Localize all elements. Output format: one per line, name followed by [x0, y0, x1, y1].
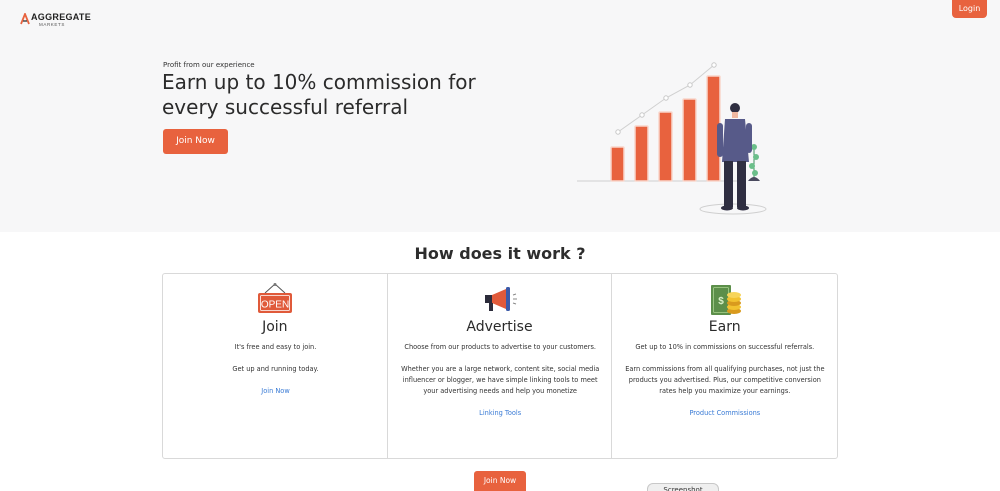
money-coins-icon: $: [710, 285, 741, 315]
trend-point-3: [663, 95, 669, 101]
businessman-figure: [717, 103, 752, 211]
logo-mark-icon: [20, 13, 30, 25]
hero-join-button[interactable]: Join Now: [163, 129, 228, 154]
hero-headline: Earn up to 10% commission for every succ…: [162, 70, 476, 119]
logo-subtext: MARKETS: [39, 22, 65, 27]
login-button[interactable]: Login: [952, 0, 987, 18]
card-title: Join: [262, 319, 288, 335]
logo-text: AGGREGATE: [31, 12, 92, 22]
bottom-join-button[interactable]: Join Now: [474, 471, 526, 491]
how-it-works-cards: OPEN Join It's free and easy to join. Ge…: [162, 273, 838, 459]
card-text: Get up to 10% in commissions on successf…: [635, 343, 815, 351]
card-text: Earn commissions from all qualifying pur…: [625, 365, 825, 395]
hero-eyebrow: Profit from our experience: [163, 61, 255, 69]
bar-2: [634, 125, 649, 182]
card-earn: $ Earn Get up to 10% in commissions on s…: [612, 274, 837, 458]
linking-tools-link[interactable]: Linking Tools: [479, 408, 521, 419]
card-join: OPEN Join It's free and easy to join. Ge…: [163, 274, 388, 458]
open-sign-icon: OPEN: [257, 283, 292, 313]
svg-text:OPEN: OPEN: [261, 300, 289, 311]
card-text: Whether you are a large network, content…: [401, 365, 600, 395]
bar-3: [658, 111, 673, 182]
join-now-link[interactable]: Join Now: [261, 386, 289, 397]
trend-point-2: [639, 112, 645, 118]
card-text: Choose from our products to advertise to…: [404, 343, 596, 351]
card-title: Advertise: [466, 319, 533, 335]
trend-point-5: [711, 62, 717, 68]
megaphone-icon: [484, 287, 517, 311]
card-title: Earn: [708, 319, 741, 335]
card-advertise: Advertise Choose from our products to ad…: [388, 274, 613, 458]
growth-chart-illustration: [577, 62, 767, 215]
trend-point-1: [615, 129, 621, 135]
card-text: Get up and running today.: [232, 365, 319, 373]
logo[interactable]: AGGREGATE MARKETS: [20, 12, 91, 28]
bar-1: [610, 146, 625, 182]
screenshot-tab[interactable]: Screenshot: [647, 483, 719, 491]
bar-4: [682, 98, 697, 182]
trend-point-4: [687, 82, 693, 88]
product-commissions-link[interactable]: Product Commissions: [689, 408, 760, 419]
card-text: It's free and easy to join.: [234, 343, 317, 351]
svg-text:$: $: [718, 296, 724, 307]
how-it-works-title: How does it work ?: [414, 244, 586, 263]
